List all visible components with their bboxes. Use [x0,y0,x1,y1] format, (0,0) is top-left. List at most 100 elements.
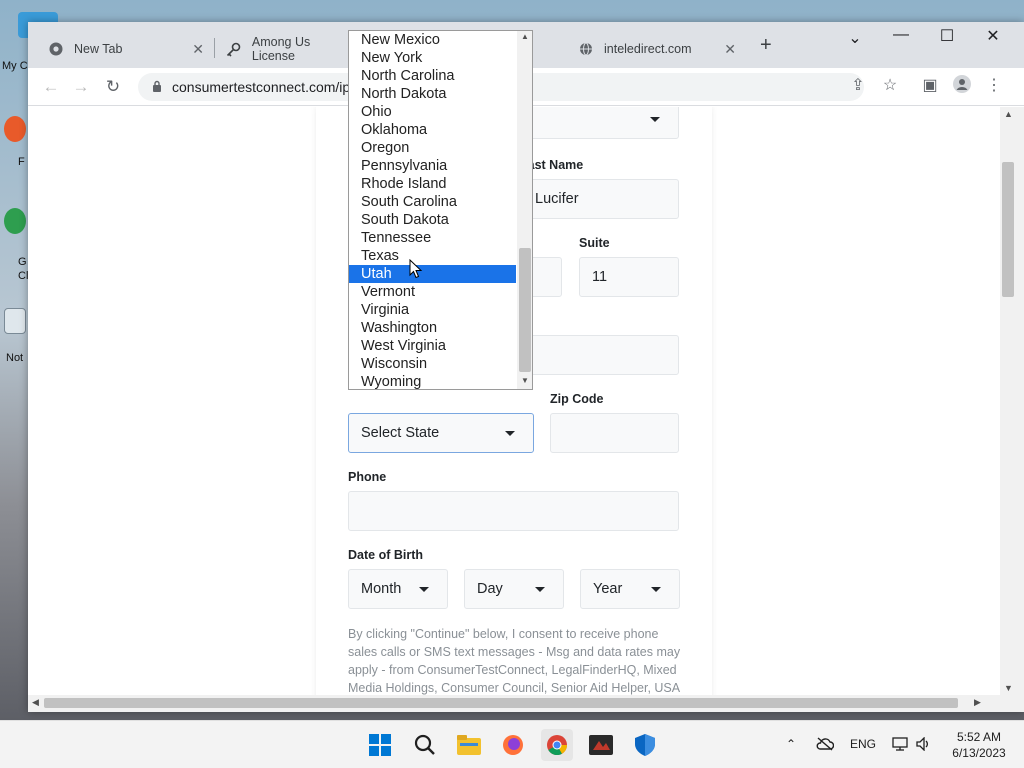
scrollbar-thumb[interactable] [44,698,958,708]
back-arrow-icon[interactable]: ← [38,74,64,100]
desktop-icon-my-computer[interactable] [4,12,58,38]
last-name-input[interactable]: Lucifer [520,179,679,219]
tab-label: Among Us License [251,35,311,63]
menu-kebab-icon[interactable]: ⋮ [982,75,1006,95]
lock-icon [152,80,162,95]
desktop-label: Not [6,352,24,364]
scroll-up-arrow-icon[interactable]: ▲ [521,32,529,41]
profile-avatar-icon[interactable] [950,75,974,98]
tab-label: New Tab [74,42,123,56]
date-of-birth-label: Date of Birth [348,548,423,562]
close-icon[interactable]: ✕ [724,41,736,58]
scrollbar-thumb[interactable] [519,248,531,372]
dropdown-option[interactable]: Texas [349,247,516,265]
scrollbar-thumb[interactable] [1002,162,1014,297]
dob-year-select[interactable]: Year [580,569,680,609]
desktop-label: F [18,156,25,168]
bookmark-star-icon[interactable]: ☆ [878,75,902,95]
page-vertical-scrollbar[interactable]: ▲ ▼ [1000,107,1024,695]
tab-search-chevron-icon[interactable]: ⌄ [840,28,870,48]
desktop-icon-firefox[interactable] [4,116,28,142]
suite-label: Suite [579,236,610,250]
suite-input[interactable]: 11 [579,257,679,297]
dropdown-option[interactable]: Washington [349,319,516,337]
scroll-right-arrow-icon[interactable]: ▶ [974,697,981,708]
dob-month-select[interactable]: Month [348,569,448,609]
dropdown-option[interactable]: New York [349,49,516,67]
zip-code-label: Zip Code [550,392,604,406]
tab-among-us-license[interactable]: Among Us License [216,30,366,68]
dropdown-scrollbar[interactable]: ▲ ▼ [517,31,532,389]
state-dropdown-list[interactable]: New Mexico New York North Carolina North Da… [348,30,533,390]
dropdown-option[interactable]: North Dakota [349,85,516,103]
dropdown-option[interactable]: Virginia [349,301,516,319]
desktop-icon-chrome[interactable] [4,208,28,234]
tab-label: inteledirect.com [604,42,692,56]
tab-separator [214,38,215,58]
language-indicator[interactable]: ENG [850,737,876,751]
page-horizontal-scrollbar[interactable]: ◀ ▶ [28,695,1024,712]
partial-select-field[interactable] [520,107,679,139]
side-panel-icon[interactable]: ▣ [918,75,942,95]
dropdown-option[interactable]: Oregon [349,139,516,157]
system-clock[interactable]: 5:52 AM 6/13/2023 [944,729,1014,761]
zip-code-input[interactable] [550,413,679,453]
dropdown-option[interactable]: Utah [349,265,516,283]
consent-text: By clicking "Continue" below, I consent … [348,627,681,695]
phone-input[interactable] [348,491,679,531]
dob-day-select[interactable]: Day [464,569,564,609]
reload-icon[interactable]: ↻ [100,74,126,100]
dropdown-option[interactable]: New Mexico [349,31,516,49]
city-input[interactable] [520,335,679,375]
key-icon [226,41,242,57]
volume-icon[interactable] [916,736,932,754]
phone-label: Phone [348,470,387,484]
dropdown-option[interactable]: South Dakota [349,211,516,229]
dropdown-option[interactable]: South Carolina [349,193,516,211]
tab-new-tab[interactable]: New Tab ✕ [38,30,214,68]
scroll-down-arrow-icon[interactable]: ▼ [521,376,529,385]
minimize-button[interactable]: — [886,26,916,44]
tab-inteledirect[interactable]: inteledirect.com ✕ [568,30,746,68]
dropdown-option[interactable]: Ohio [349,103,516,121]
desktop-icon-notepad[interactable] [4,308,28,334]
clock-time: 5:52 AM [956,730,1002,744]
share-icon[interactable]: ⇪ [846,75,870,95]
mouse-pointer-icon [409,258,423,284]
defender-shield-icon[interactable] [629,729,661,761]
file-explorer-icon[interactable] [453,729,485,761]
scroll-left-arrow-icon[interactable]: ◀ [32,697,39,708]
scroll-down-arrow-icon[interactable]: ▼ [1004,683,1013,693]
caret-down-icon [505,431,515,436]
suite-value: 11 [592,269,608,285]
dropdown-option[interactable]: North Carolina [349,67,516,85]
dob-year-value: Year [593,581,623,597]
chrome-icon [48,41,64,57]
close-icon[interactable]: ✕ [192,41,204,58]
chrome-taskbar-icon[interactable] [541,729,573,761]
dropdown-option[interactable]: Oklahoma [349,121,516,139]
media-app-icon[interactable] [585,729,617,761]
state-select-value: Select State [361,425,440,441]
forward-arrow-icon[interactable]: → [68,74,94,100]
search-icon[interactable] [409,729,441,761]
dropdown-option[interactable]: West Virginia [349,337,516,355]
dropdown-option[interactable]: Tennessee [349,229,516,247]
dropdown-option[interactable]: Wyoming [349,373,516,389]
windows-start-icon[interactable] [364,729,396,761]
new-tab-button[interactable]: + [760,34,772,57]
close-window-button[interactable]: ✕ [978,26,1008,46]
network-icon[interactable] [892,737,908,754]
state-select[interactable]: Select State [348,413,534,453]
dropdown-option[interactable]: Rhode Island [349,175,516,193]
last-name-value: Lucifer [535,191,579,207]
dropdown-option[interactable]: Pennsylvania [349,157,516,175]
tray-chevron-up-icon[interactable]: ⌃ [786,737,796,751]
scroll-up-arrow-icon[interactable]: ▲ [1004,109,1013,119]
dropdown-option[interactable]: Wisconsin [349,355,516,373]
dropdown-option[interactable]: Vermont [349,283,516,301]
maximize-button[interactable]: ☐ [932,26,962,46]
firefox-icon[interactable] [497,729,529,761]
onedrive-cloud-icon[interactable] [816,737,835,754]
dob-day-value: Day [477,581,503,597]
